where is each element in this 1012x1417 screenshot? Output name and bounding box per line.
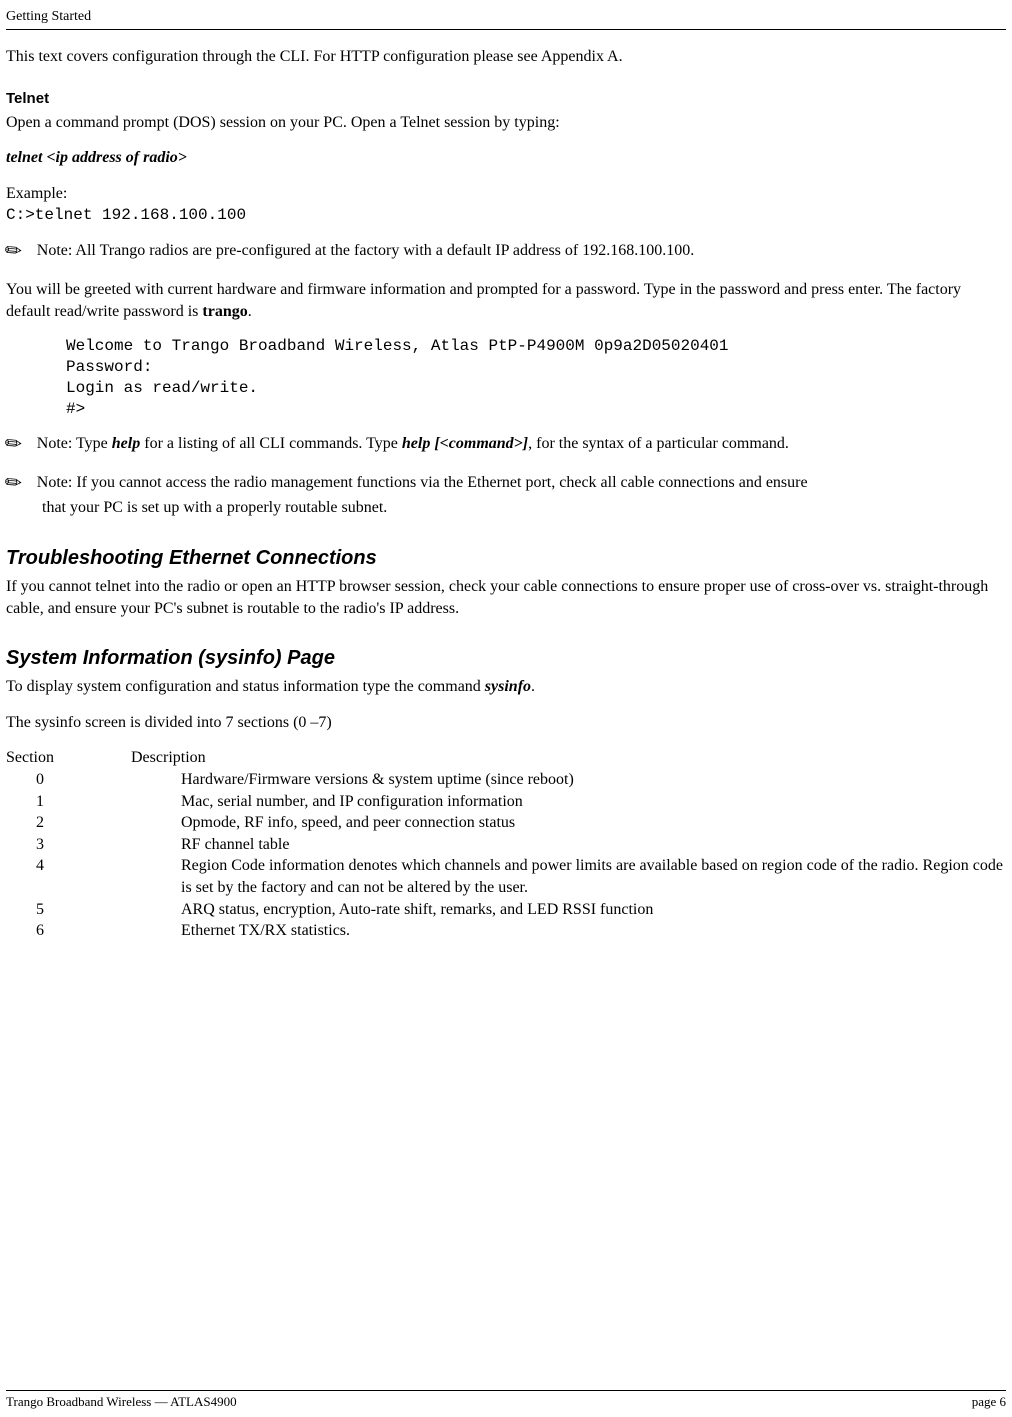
table-row: 1 Mac, serial number, and IP configurati…	[6, 791, 1006, 813]
telnet-command-syntax: telnet <ip address of radio>	[6, 147, 1006, 169]
help-keyword: help	[112, 435, 140, 452]
text-fragment: To display system configuration and stat…	[6, 678, 485, 695]
table-row: 4 Region Code information denotes which …	[6, 855, 1006, 898]
telnet-open-prompt: Open a command prompt (DOS) session on y…	[6, 112, 1006, 134]
code-line: #>	[66, 400, 85, 418]
text-fragment: .	[248, 303, 252, 320]
example-command: C:>telnet 192.168.100.100	[6, 205, 1006, 227]
text-fragment: Note: Type	[37, 435, 112, 452]
table-row: 5 ARQ status, encryption, Auto-rate shif…	[6, 899, 1006, 921]
header-section: Section	[6, 747, 131, 769]
pencil-icon: ✎	[0, 236, 29, 267]
text-fragment: , for the syntax of a particular command…	[528, 435, 789, 452]
text-fragment: for a listing of all CLI commands. Type	[140, 435, 402, 452]
section-num: 0	[6, 769, 161, 791]
footer-right: page 6	[972, 1393, 1006, 1411]
section-num: 1	[6, 791, 161, 813]
code-line: Login as read/write.	[66, 379, 258, 397]
intro-text: This text covers configuration through t…	[6, 46, 1006, 68]
example-label: Example:	[6, 183, 1006, 205]
login-output: Welcome to Trango Broadband Wireless, At…	[66, 336, 1006, 419]
note-text: Note: Type help for a listing of all CLI…	[37, 433, 1006, 455]
section-desc: Opmode, RF info, speed, and peer connect…	[161, 812, 1006, 834]
section-num: 2	[6, 812, 161, 834]
section-num: 4	[6, 855, 161, 898]
help-command-syntax: help [<command>]	[402, 435, 528, 452]
code-line: Welcome to Trango Broadband Wireless, At…	[66, 337, 729, 355]
section-desc: Mac, serial number, and IP configuration…	[161, 791, 1006, 813]
sysinfo-section-table: Section Description 0 Hardware/Firmware …	[6, 747, 1006, 941]
sysinfo-heading: System Information (sysinfo) Page	[6, 645, 1006, 672]
note-text-line2: that your PC is set up with a properly r…	[42, 497, 1006, 519]
sysinfo-divided: The sysinfo screen is divided into 7 sec…	[6, 712, 1006, 734]
table-row: 0 Hardware/Firmware versions & system up…	[6, 769, 1006, 791]
sysinfo-command: sysinfo	[485, 678, 531, 695]
footer-left: Trango Broadband Wireless — ATLAS4900	[6, 1393, 237, 1411]
section-num: 6	[6, 920, 161, 942]
section-desc: Ethernet TX/RX statistics.	[161, 920, 1006, 942]
section-desc: RF channel table	[161, 834, 1006, 856]
troubleshooting-body: If you cannot telnet into the radio or o…	[6, 576, 1006, 619]
section-desc: Hardware/Firmware versions & system upti…	[161, 769, 1006, 791]
section-num: 5	[6, 899, 161, 921]
sysinfo-intro: To display system configuration and stat…	[6, 676, 1006, 698]
text-fragment: You will be greeted with current hardwar…	[6, 281, 961, 320]
table-row: 3 RF channel table	[6, 834, 1006, 856]
telnet-heading: Telnet	[6, 89, 1006, 109]
pencil-icon: ✎	[0, 429, 29, 460]
section-desc: ARQ status, encryption, Auto-rate shift,…	[161, 899, 1006, 921]
header-description: Description	[131, 747, 1006, 769]
note-ethernet-access: ✎ Note: If you cannot access the radio m…	[6, 472, 1006, 519]
section-num: 3	[6, 834, 161, 856]
text-fragment: .	[531, 678, 535, 695]
table-row: 6 Ethernet TX/RX statistics.	[6, 920, 1006, 942]
note-default-ip: ✎ Note: All Trango radios are pre-config…	[6, 240, 1006, 265]
table-row: 2 Opmode, RF info, speed, and peer conne…	[6, 812, 1006, 834]
page-footer: Trango Broadband Wireless — ATLAS4900 pa…	[6, 1390, 1006, 1411]
note-text-line1: Note: If you cannot access the radio man…	[37, 472, 1006, 494]
note-text: Note: All Trango radios are pre-configur…	[37, 240, 1006, 262]
pencil-icon: ✎	[0, 468, 29, 499]
note-help-command: ✎ Note: Type help for a listing of all C…	[6, 433, 1006, 458]
table-header-row: Section Description	[6, 747, 1006, 769]
troubleshooting-heading: Troubleshooting Ethernet Connections	[6, 545, 1006, 572]
page-header: Getting Started	[6, 8, 1006, 30]
password-paragraph: You will be greeted with current hardwar…	[6, 279, 1006, 322]
password-value: trango	[202, 303, 247, 320]
section-desc: Region Code information denotes which ch…	[161, 855, 1006, 898]
code-line: Password:	[66, 358, 152, 376]
